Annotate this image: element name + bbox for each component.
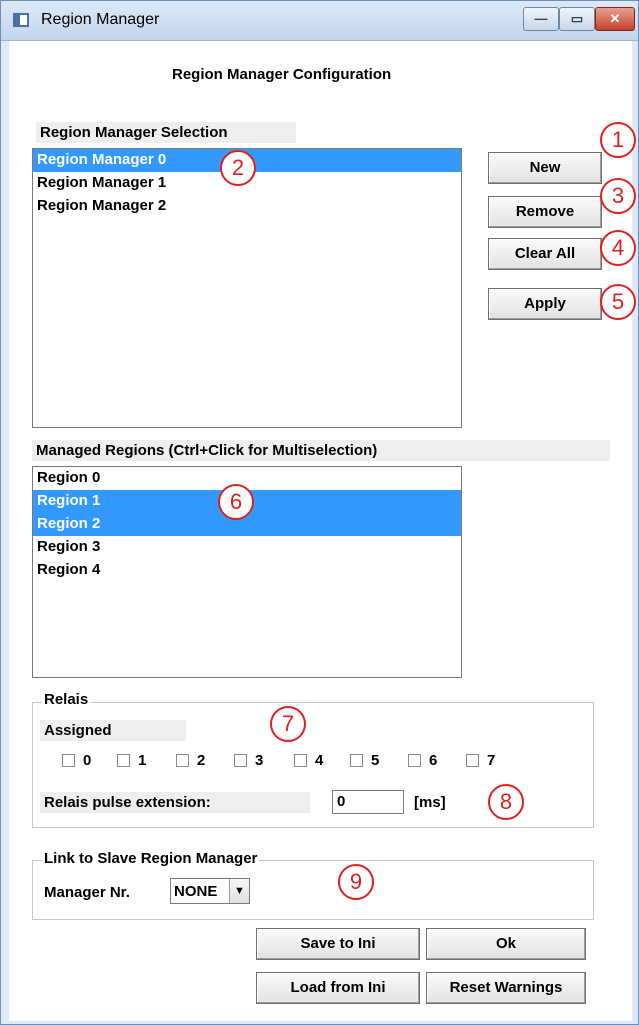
callout-4: 4	[600, 230, 636, 266]
app-icon	[13, 13, 29, 27]
callout-7: 7	[270, 706, 306, 742]
callout-3: 3	[600, 178, 636, 214]
checkbox-label: 5	[371, 752, 380, 769]
list-item[interactable]: Region Manager 2	[33, 195, 461, 218]
manager-nr-label: Manager Nr.	[44, 884, 130, 901]
checkbox[interactable]	[62, 754, 75, 767]
relais-checkbox-7[interactable]: 7	[466, 752, 495, 769]
pulse-extension-input[interactable]: 0	[332, 790, 404, 814]
relais-checkbox-1[interactable]: 1	[117, 752, 146, 769]
maximize-button[interactable]: ▭	[559, 7, 595, 31]
managed-regions-label: Managed Regions (Ctrl+Click for Multisel…	[32, 440, 610, 461]
callout-2: 2	[220, 150, 256, 186]
checkbox-label: 1	[138, 752, 147, 769]
checkbox[interactable]	[350, 754, 363, 767]
pulse-extension-label: Relais pulse extension:	[40, 792, 310, 813]
new-button[interactable]: New	[488, 152, 602, 184]
callout-1: 1	[600, 122, 636, 158]
callout-8: 8	[488, 784, 524, 820]
link-group-title: Link to Slave Region Manager	[42, 850, 260, 867]
title-bar: Region Manager — ▭ ✕	[1, 1, 638, 41]
checkbox-label: 4	[315, 752, 324, 769]
reset-warnings-button[interactable]: Reset Warnings	[426, 972, 586, 1004]
list-item[interactable]: Region 0	[33, 467, 461, 490]
relais-checkbox-5[interactable]: 5	[350, 752, 379, 769]
selection-label: Region Manager Selection	[36, 122, 296, 143]
page-title: Region Manager Configuration	[172, 66, 392, 83]
close-button[interactable]: ✕	[595, 7, 635, 31]
callout-5: 5	[600, 284, 636, 320]
checkbox-label: 3	[255, 752, 264, 769]
relais-checkbox-2[interactable]: 2	[176, 752, 205, 769]
relais-checkbox-4[interactable]: 4	[294, 752, 323, 769]
pulse-unit-label: [ms]	[414, 794, 446, 811]
save-to-ini-button[interactable]: Save to Ini	[256, 928, 420, 960]
manager-nr-select[interactable]: NONE ▼	[170, 878, 250, 904]
callout-9: 9	[338, 864, 374, 900]
relais-group-title: Relais	[42, 691, 91, 708]
relais-checkbox-0[interactable]: 0	[62, 752, 91, 769]
region-manager-listbox[interactable]: Region Manager 0 Region Manager 1 Region…	[32, 148, 462, 428]
list-item[interactable]: Region 3	[33, 536, 461, 559]
checkbox[interactable]	[408, 754, 421, 767]
assigned-label: Assigned	[40, 720, 186, 741]
checkbox-label: 2	[197, 752, 206, 769]
checkbox[interactable]	[294, 754, 307, 767]
checkbox-label: 7	[487, 752, 496, 769]
clear-all-button[interactable]: Clear All	[488, 238, 602, 270]
checkbox-label: 6	[429, 752, 438, 769]
window-title: Region Manager	[41, 11, 160, 28]
checkbox-label: 0	[83, 752, 92, 769]
checkbox[interactable]	[176, 754, 189, 767]
apply-button[interactable]: Apply	[488, 288, 602, 320]
list-item[interactable]: Region 4	[33, 559, 461, 582]
list-item[interactable]: Region 2	[33, 513, 461, 536]
remove-button[interactable]: Remove	[488, 196, 602, 228]
minimize-button[interactable]: —	[523, 7, 559, 31]
relais-checkbox-3[interactable]: 3	[234, 752, 263, 769]
relais-checkbox-6[interactable]: 6	[408, 752, 437, 769]
checkbox[interactable]	[117, 754, 130, 767]
ok-button[interactable]: Ok	[426, 928, 586, 960]
load-from-ini-button[interactable]: Load from Ini	[256, 972, 420, 1004]
manager-nr-value: NONE	[174, 882, 218, 900]
checkbox[interactable]	[466, 754, 479, 767]
checkbox[interactable]	[234, 754, 247, 767]
chevron-down-icon[interactable]: ▼	[229, 879, 249, 903]
callout-6: 6	[218, 484, 254, 520]
